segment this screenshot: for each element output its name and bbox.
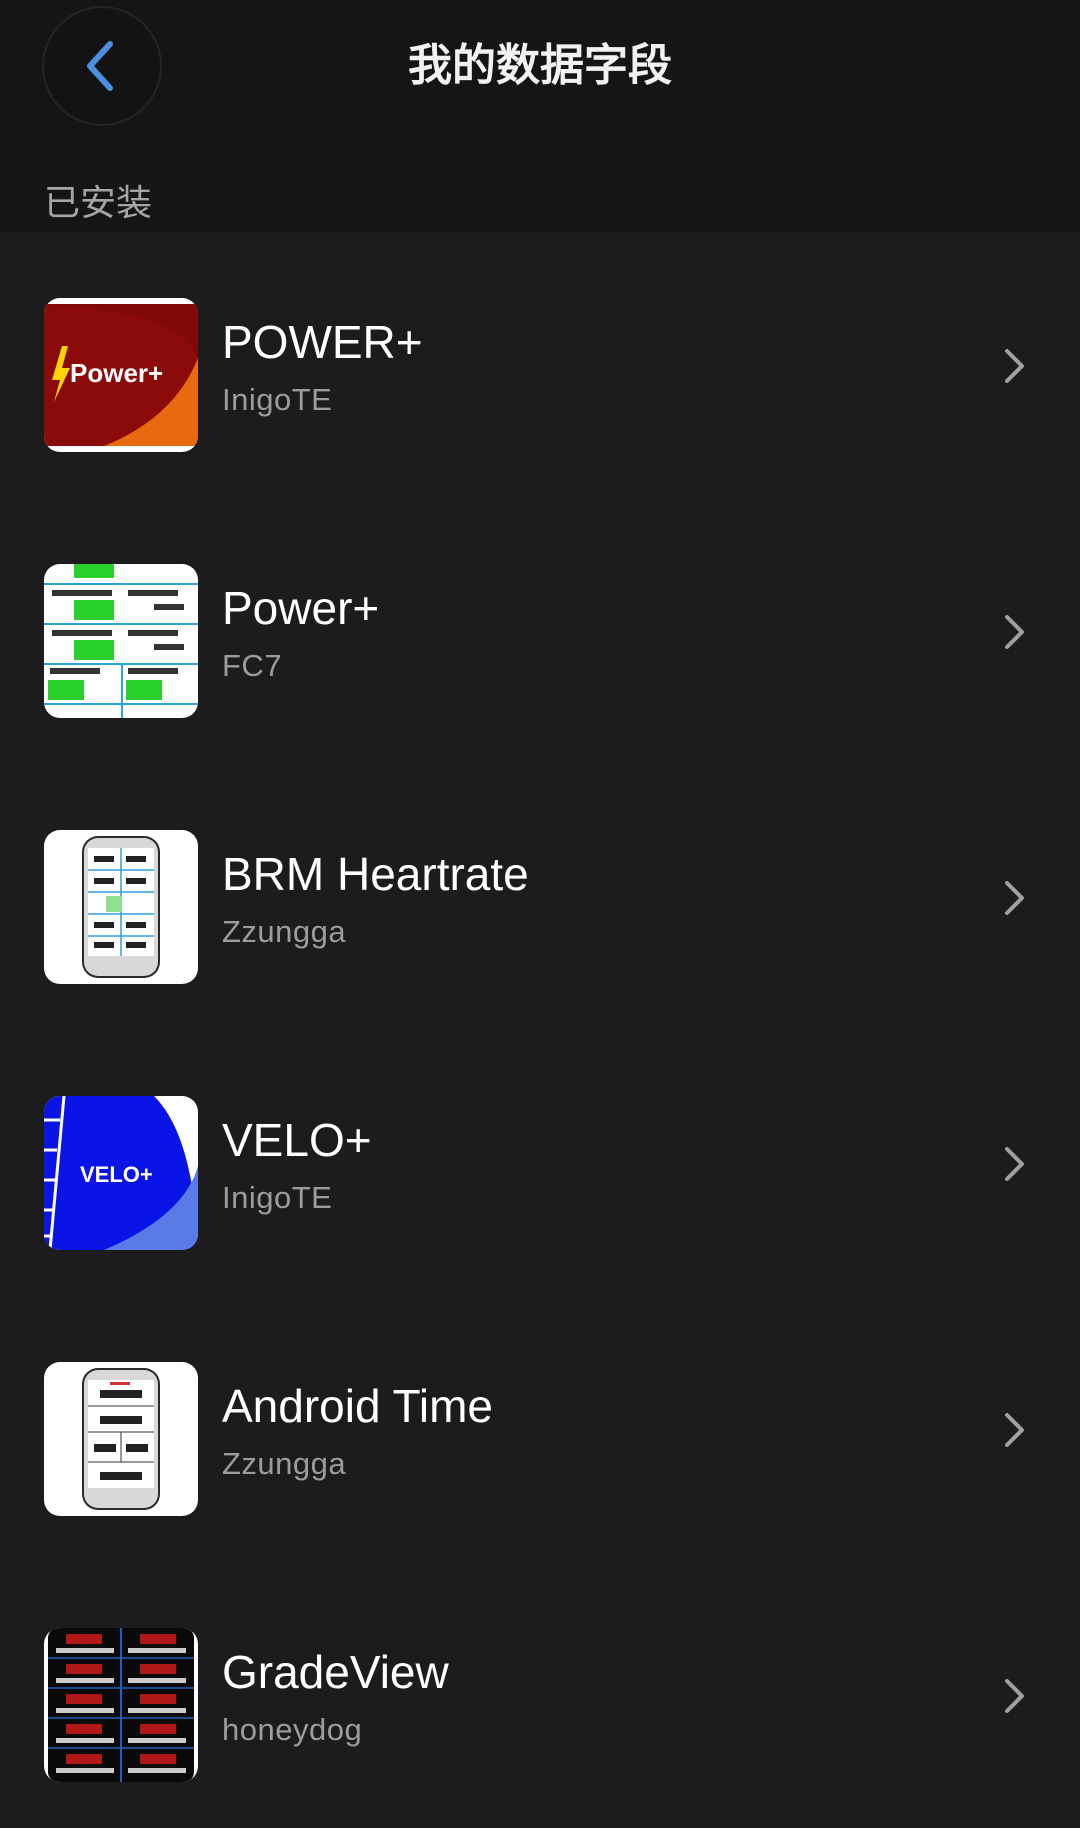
list-item[interactable]: Power+ POWER+ InigoTE (0, 232, 1080, 498)
item-name: Power+ (222, 582, 380, 634)
list-item[interactable]: Power+ FC7 (0, 498, 1080, 764)
item-name: GradeView (222, 1646, 449, 1698)
header: 我的数据字段 已安装 (0, 0, 1080, 232)
power-plus-screens-app-icon (44, 564, 198, 718)
item-name: BRM Heartrate (222, 848, 529, 900)
item-name: POWER+ (222, 316, 423, 368)
installed-data-fields-list: Power+ POWER+ InigoTE Power+ FC7 BRM Hea… (0, 232, 1080, 1828)
item-author: FC7 (222, 648, 283, 683)
list-item[interactable]: VELO+ VELO+ InigoTE (0, 1030, 1080, 1296)
item-author: Zzungga (222, 914, 347, 949)
chevron-right-icon (1005, 1679, 1024, 1713)
gradeview-app-icon (44, 1628, 198, 1782)
chevron-right-icon (1005, 349, 1024, 383)
chevron-right-icon (1005, 615, 1024, 649)
svg-text:VELO+: VELO+ (80, 1162, 153, 1187)
list-item[interactable]: BRM Heartrate Zzungga (0, 764, 1080, 1030)
item-name: Android Time (222, 1380, 494, 1432)
item-author: Zzungga (222, 1446, 347, 1481)
section-label-installed: 已安装 (44, 182, 153, 223)
item-name: VELO+ (222, 1114, 372, 1166)
svg-text:Power+: Power+ (70, 358, 163, 388)
chevron-right-icon (1005, 1413, 1024, 1447)
chevron-right-icon (1005, 881, 1024, 915)
velo-plus-app-icon: VELO+ (44, 1096, 198, 1250)
page-title: 我的数据字段 (408, 41, 672, 90)
garmin-device-heartrate-app-icon (44, 830, 198, 984)
list-item[interactable]: Android Time Zzungga (0, 1296, 1080, 1562)
item-author: InigoTE (222, 1180, 333, 1215)
list-item[interactable]: GradeView honeydog (0, 1562, 1080, 1828)
item-author: InigoTE (222, 382, 333, 417)
item-author: honeydog (222, 1712, 363, 1747)
power-plus-app-icon: Power+ (44, 298, 198, 452)
chevron-right-icon (1005, 1147, 1024, 1181)
garmin-device-time-app-icon (44, 1362, 198, 1516)
